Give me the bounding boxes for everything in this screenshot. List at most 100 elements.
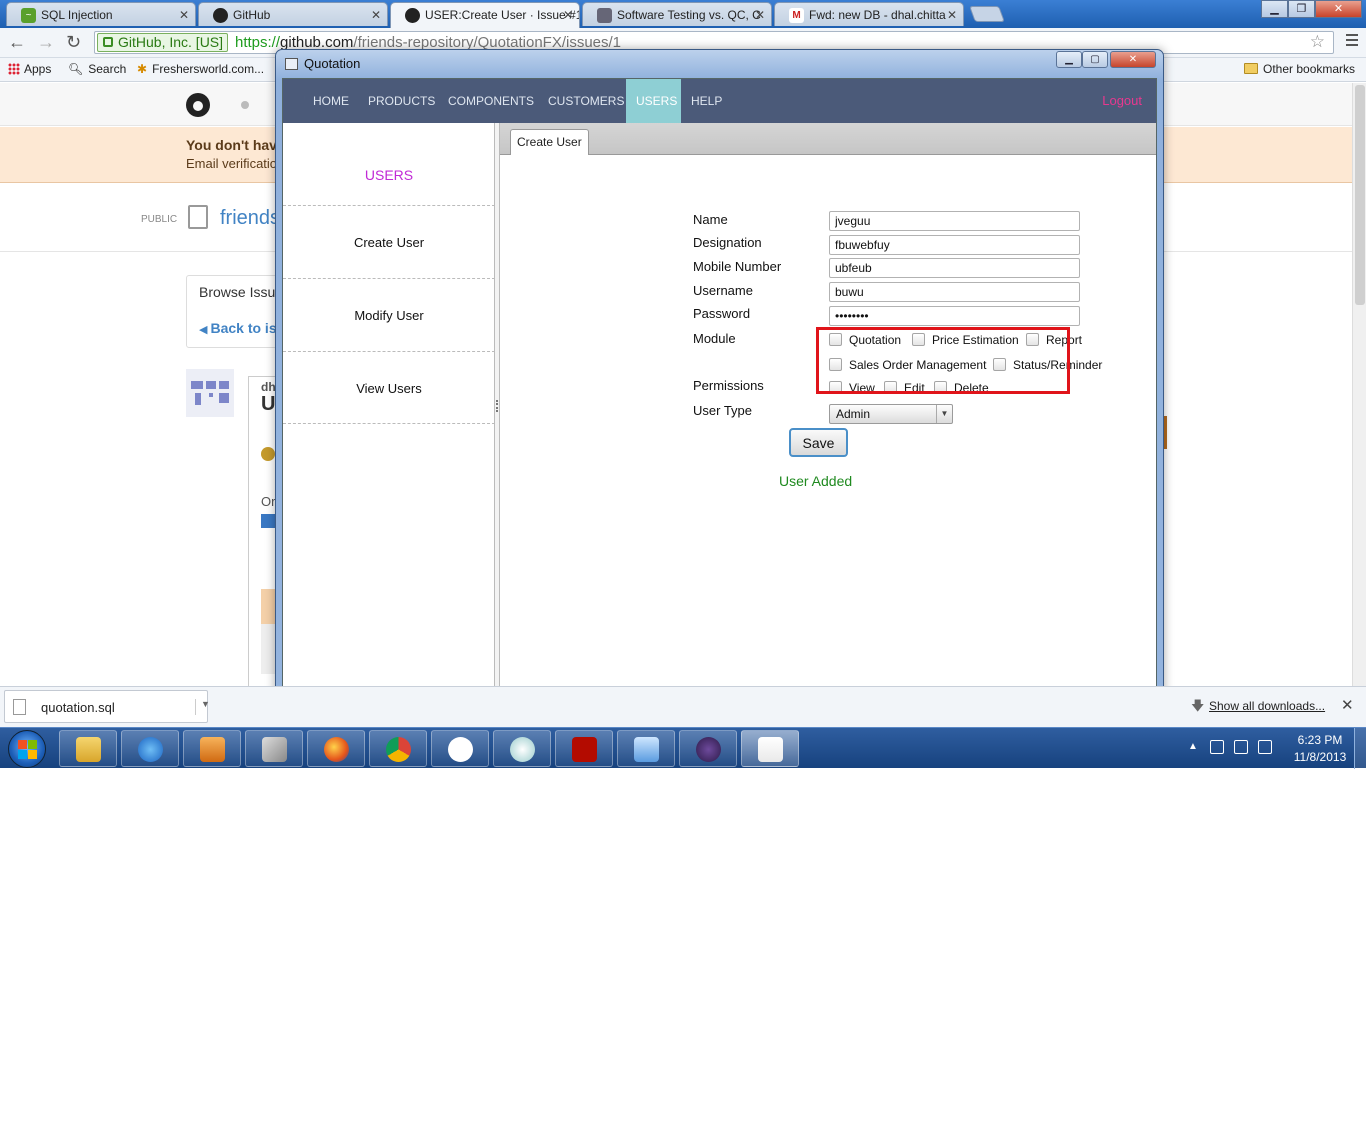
action-center-flag-icon[interactable] xyxy=(1210,740,1224,754)
browse-issues-label[interactable]: Browse Issu xyxy=(199,284,275,300)
bookmark-freshersworld[interactable]: ✱ Freshersworld.com... xyxy=(137,62,264,76)
sidebar-item-create-user[interactable]: Create User xyxy=(283,205,495,278)
quotation-window: Quotation ▁ ▢ ✕ HOME PRODUCTS COMPONENTS… xyxy=(275,49,1164,696)
close-tab-icon[interactable]: ✕ xyxy=(563,8,573,22)
user-type-select[interactable]: Admin ▼ xyxy=(829,404,953,424)
comment-author[interactable]: dh xyxy=(261,380,276,394)
minimize-window-button[interactable]: ▁ xyxy=(1261,0,1288,18)
taskbar-chrome[interactable] xyxy=(369,730,427,767)
freshersworld-icon: ✱ xyxy=(137,62,148,76)
bookmark-other[interactable]: Other bookmarks xyxy=(1244,62,1355,76)
bookmark-label: Freshersworld.com... xyxy=(152,62,265,76)
bookmark-search[interactable]: 🔍︎ Search xyxy=(68,62,126,76)
nav-customers[interactable]: CUSTOMERS xyxy=(538,79,634,123)
paint-icon xyxy=(510,737,535,762)
bookmark-apps[interactable]: Apps xyxy=(8,62,51,76)
octocat-icon[interactable] xyxy=(186,93,210,117)
taskbar-gtalk[interactable] xyxy=(431,730,489,767)
password-field[interactable] xyxy=(829,306,1080,326)
forward-arrow-icon[interactable]: → xyxy=(37,32,55,53)
close-icon[interactable]: ✕ xyxy=(1341,696,1354,714)
downloads-bar: quotation.sql ▼ 🡇 Show all downloads... … xyxy=(0,686,1366,727)
taskbar-tools[interactable] xyxy=(245,730,303,767)
close-tab-icon[interactable]: ✕ xyxy=(947,8,957,22)
clock-date[interactable]: 11/8/2013 xyxy=(1287,750,1353,764)
close-window-button[interactable]: ✕ xyxy=(1315,0,1362,18)
mobile-number-field[interactable] xyxy=(829,258,1080,278)
chevron-down-icon[interactable]: ▼ xyxy=(195,699,210,715)
taskbar-paint[interactable] xyxy=(493,730,551,767)
chevron-down-icon[interactable]: ▼ xyxy=(936,405,952,423)
lock-icon xyxy=(103,37,113,47)
browser-tab-sql-injection[interactable]: ~ SQL Injection ✕ xyxy=(6,2,196,26)
taskbar-acrobat[interactable] xyxy=(555,730,613,767)
tab-title: USER:Create User · Issue #1 xyxy=(425,8,580,22)
bookmark-label: Apps xyxy=(24,62,52,76)
taskbar-firefox[interactable] xyxy=(307,730,365,767)
clock-time[interactable]: 6:23 PM xyxy=(1290,733,1350,747)
taskbar-ie[interactable] xyxy=(121,730,179,767)
browser-tab-software-testing[interactable]: Software Testing vs. QC, C ✕ xyxy=(582,2,772,26)
bookmark-label: Other bookmarks xyxy=(1263,62,1356,76)
show-desktop-button[interactable] xyxy=(1354,728,1366,769)
back-to-issues-link[interactable]: ◀ Back to iss xyxy=(199,320,284,336)
name-field[interactable] xyxy=(829,211,1080,231)
browser-tab-github[interactable]: GitHub ✕ xyxy=(198,2,388,26)
nav-products[interactable]: PRODUCTS xyxy=(358,79,445,123)
grip-icon xyxy=(496,400,498,412)
scrollbar-thumb[interactable] xyxy=(1355,85,1365,305)
github-icon xyxy=(405,8,420,23)
sidebar-item-view-users[interactable]: View Users xyxy=(283,351,495,424)
notice-subtitle: Email verification xyxy=(186,156,285,171)
close-tab-icon[interactable]: ✕ xyxy=(755,8,765,22)
taskbar-java[interactable] xyxy=(741,730,799,767)
nav-components[interactable]: COMPONENTS xyxy=(438,79,544,123)
firefox-icon xyxy=(324,737,349,762)
browser-tab-issue[interactable]: USER:Create User · Issue #1 ✕ xyxy=(390,2,580,28)
sidebar-item-modify-user[interactable]: Modify User xyxy=(283,278,495,351)
nav-help[interactable]: HELP xyxy=(681,79,732,123)
taskbar-explorer[interactable] xyxy=(59,730,117,767)
repo-name-link[interactable]: friends xyxy=(220,207,280,230)
reload-icon[interactable]: ↻ xyxy=(66,32,81,53)
gmail-icon: M xyxy=(789,8,804,23)
show-hidden-icons-icon[interactable]: ▲ xyxy=(1188,741,1198,752)
tab-title: Fwd: new DB - dhal.chitta xyxy=(809,8,946,22)
page-scrollbar[interactable] xyxy=(1352,83,1366,686)
save-button[interactable]: Save xyxy=(789,428,848,457)
emoji-icon xyxy=(261,447,275,461)
taskbar-remote-desktop[interactable] xyxy=(617,730,675,767)
chrome-menu-icon[interactable] xyxy=(1346,34,1358,46)
apps-grid-icon xyxy=(8,63,20,75)
media-player-icon xyxy=(200,737,225,762)
download-item[interactable]: quotation.sql ▼ xyxy=(4,690,210,723)
avatar[interactable] xyxy=(186,369,234,417)
notice-title: You don't have xyxy=(186,137,285,153)
designation-field[interactable] xyxy=(829,235,1080,255)
start-button[interactable] xyxy=(8,730,46,768)
nav-home[interactable]: HOME xyxy=(303,79,359,123)
show-all-downloads-link[interactable]: Show all downloads... xyxy=(1209,699,1325,713)
maximize-window-button[interactable]: ❐ xyxy=(1288,0,1315,18)
taskbar-java-ee-ide[interactable] xyxy=(679,730,737,767)
status-message: User Added xyxy=(779,473,853,489)
back-arrow-icon[interactable]: ← xyxy=(8,32,26,53)
notification-dot-icon[interactable] xyxy=(241,101,249,109)
browser-tab-gmail[interactable]: M Fwd: new DB - dhal.chitta ✕ xyxy=(774,2,964,26)
network-icon[interactable] xyxy=(1258,740,1272,754)
close-button[interactable]: ✕ xyxy=(1110,51,1156,68)
taskbar-media-player[interactable] xyxy=(183,730,241,767)
logout-link[interactable]: Logout xyxy=(1102,79,1142,123)
mobile-number-label: Mobile Number xyxy=(693,259,782,274)
close-tab-icon[interactable]: ✕ xyxy=(179,8,189,22)
tab-create-user[interactable]: Create User xyxy=(510,129,589,155)
new-tab-button[interactable] xyxy=(969,6,1005,22)
bookmark-star-icon[interactable]: ☆ xyxy=(1310,32,1325,52)
username-field[interactable] xyxy=(829,282,1080,302)
close-tab-icon[interactable]: ✕ xyxy=(371,8,381,22)
nav-users[interactable]: USERS xyxy=(626,79,681,123)
minimize-button[interactable]: ▁ xyxy=(1056,51,1082,68)
maximize-button[interactable]: ▢ xyxy=(1082,51,1108,68)
ev-certificate-badge[interactable]: GitHub, Inc. [US] xyxy=(97,33,229,52)
power-icon[interactable] xyxy=(1234,740,1248,754)
